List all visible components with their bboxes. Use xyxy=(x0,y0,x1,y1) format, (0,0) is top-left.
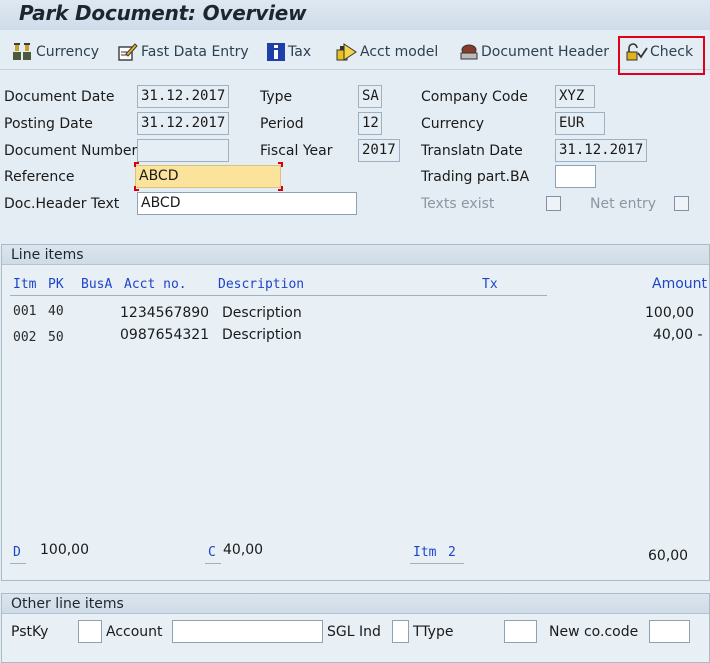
texts-exist-label: Texts exist xyxy=(421,196,495,212)
currency-button-label: Currency xyxy=(36,44,100,60)
type-field[interactable]: SA xyxy=(358,85,382,108)
debit-total-label: D xyxy=(13,545,21,560)
fast-data-entry-button-label: Fast Data Entry xyxy=(141,44,249,60)
doc-header-text-field[interactable]: ABCD xyxy=(137,192,357,215)
acct-model-icon xyxy=(336,43,357,61)
row-1-description[interactable]: Description xyxy=(222,305,302,321)
account-label: Account xyxy=(106,624,163,640)
row-1-itm[interactable]: 001 xyxy=(13,304,36,319)
credit-total-label: C xyxy=(208,545,216,560)
credit-total-underline xyxy=(205,563,221,564)
trading-part-field[interactable] xyxy=(555,165,596,188)
currency-label: Currency xyxy=(421,116,485,132)
row-2-description[interactable]: Description xyxy=(222,327,302,343)
trading-part-label: Trading part.BA xyxy=(421,169,530,185)
fast-data-entry-button[interactable]: Fast Data Entry xyxy=(117,41,249,63)
reference-error-marker xyxy=(278,162,283,167)
row-2-acct-no[interactable]: 0987654321 xyxy=(120,327,209,343)
balance-total-value: 60,00 xyxy=(648,548,689,564)
column-header-busa[interactable]: BusA xyxy=(81,277,112,292)
column-header-underline xyxy=(10,295,547,296)
other-line-items-title: Other line items xyxy=(2,594,709,614)
item-count-label: Itm xyxy=(413,545,437,560)
document-header-button[interactable]: Document Header xyxy=(459,41,609,63)
fiscal-year-field[interactable]: 2017 xyxy=(358,139,400,162)
column-header-pk[interactable]: PK xyxy=(48,277,64,292)
check-button-callout xyxy=(618,36,705,75)
tax-button-label: Tax xyxy=(288,44,312,60)
period-label: Period xyxy=(260,116,304,132)
posting-date-label: Posting Date xyxy=(4,116,93,132)
posting-date-field[interactable]: 31.12.2017 xyxy=(137,112,229,135)
column-header-tx[interactable]: Tx xyxy=(482,277,498,292)
reference-error-marker xyxy=(134,162,139,167)
document-date-field[interactable]: 31.12.2017 xyxy=(137,85,229,108)
new-co-code-label: New co.code xyxy=(549,624,639,640)
type-label: Type xyxy=(260,89,293,105)
new-co-code-field[interactable] xyxy=(649,620,690,643)
acct-model-button[interactable]: Acct model xyxy=(336,41,438,63)
net-entry-checkbox[interactable] xyxy=(674,196,689,211)
debit-total-underline xyxy=(10,563,26,564)
reference-label: Reference xyxy=(4,169,75,185)
currency-button[interactable]: Currency xyxy=(12,41,99,63)
item-count-underline xyxy=(410,563,464,564)
period-field[interactable]: 12 xyxy=(358,112,382,135)
row-1-pk[interactable]: 40 xyxy=(48,304,64,319)
translatn-date-field[interactable]: 31.12.2017 xyxy=(555,139,647,162)
application-toolbar: Currency Fast Data Entry Tax Acct model … xyxy=(0,32,710,70)
line-items-title: Line items xyxy=(2,245,709,265)
row-2-itm[interactable]: 002 xyxy=(13,330,36,345)
fiscal-year-label: Fiscal Year xyxy=(260,143,333,159)
ttype-field[interactable] xyxy=(504,620,537,643)
document-header-icon xyxy=(460,44,478,60)
page-title: Park Document: Overview xyxy=(19,1,307,25)
pstky-field[interactable] xyxy=(78,620,102,643)
document-number-label: Document Number xyxy=(4,143,138,159)
info-icon xyxy=(267,43,285,61)
column-header-itm[interactable]: Itm xyxy=(13,277,36,292)
doc-header-text-label: Doc.Header Text xyxy=(4,196,120,212)
row-2-pk[interactable]: 50 xyxy=(48,330,64,345)
row-2-amount[interactable]: 40,00 - xyxy=(653,327,703,343)
column-header-amount[interactable]: Amount xyxy=(652,276,707,292)
company-code-field[interactable]: XYZ xyxy=(555,85,595,108)
acct-model-button-label: Acct model xyxy=(360,44,439,60)
texts-exist-checkbox[interactable] xyxy=(546,196,561,211)
credit-total-value: 40,00 xyxy=(223,542,264,558)
document-header-button-label: Document Header xyxy=(481,44,609,60)
ttype-label: TType xyxy=(413,624,454,640)
document-number-field[interactable] xyxy=(137,139,229,162)
row-1-amount[interactable]: 100,00 xyxy=(645,305,694,321)
account-field[interactable] xyxy=(172,620,323,643)
item-count-value: 2 xyxy=(448,545,456,560)
reference-field[interactable]: ABCD xyxy=(135,165,281,188)
column-header-description[interactable]: Description xyxy=(218,277,304,292)
reference-error-marker xyxy=(134,186,139,191)
fast-data-entry-icon xyxy=(118,43,138,61)
column-header-acct-no[interactable]: Acct no. xyxy=(124,277,187,292)
net-entry-label: Net entry xyxy=(590,196,657,212)
document-date-label: Document Date xyxy=(4,89,115,105)
currency-icon xyxy=(13,43,31,60)
sgl-ind-label: SGL Ind xyxy=(327,624,381,640)
reference-error-marker xyxy=(278,186,283,191)
pstky-label: PstKy xyxy=(11,624,49,640)
tax-button[interactable]: Tax xyxy=(266,41,311,63)
row-1-acct-no[interactable]: 1234567890 xyxy=(120,305,209,321)
company-code-label: Company Code xyxy=(421,89,528,105)
translatn-date-label: Translatn Date xyxy=(421,143,523,159)
currency-field[interactable]: EUR xyxy=(555,112,605,135)
debit-total-value: 100,00 xyxy=(40,542,89,558)
sgl-ind-field[interactable] xyxy=(392,620,409,643)
